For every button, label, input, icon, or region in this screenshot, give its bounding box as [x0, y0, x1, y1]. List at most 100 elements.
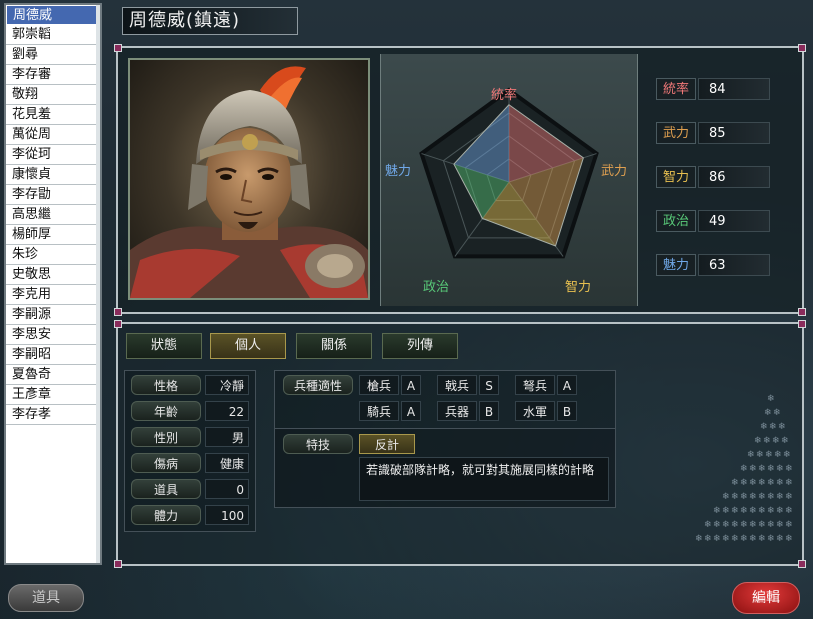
tab-relations[interactable]: 關係: [296, 333, 372, 359]
stat-row: 統率 84: [656, 78, 774, 100]
snowflake-icon: ❄: [767, 492, 775, 502]
snowflake-icon: ❄: [758, 520, 766, 530]
snowflake-icon: ❄: [765, 450, 773, 460]
tab-status[interactable]: 狀態: [126, 333, 202, 359]
officer-list-item[interactable]: 李克用: [6, 285, 100, 305]
skill-label: 特技: [283, 434, 353, 454]
officer-detail-panel: 狀態 個人 關係 列傳 性格 冷靜 年齡 22 性別男傷病 健康 道具 0 體力 100 兵種適性…: [114, 320, 806, 568]
officer-list-item[interactable]: 李存勖: [6, 185, 100, 205]
officer-list-item[interactable]: 康懷貞: [6, 165, 100, 185]
officer-list-item[interactable]: 花見羞: [6, 105, 100, 125]
officer-list[interactable]: 周德威 郭崇韜 劉尋 李存審 敬翔 花見羞 萬從周 李從珂 康懷貞 李存勖 高思繼 楊師厚 朱珍 史敬思李…: [4, 3, 102, 565]
personal-info-label: 傷病: [131, 453, 201, 473]
officer-name-title: 周德威(鎮遠): [122, 7, 298, 35]
aptitude-unit-name: 水軍: [515, 401, 555, 421]
snowflake-icon: ❄: [731, 478, 739, 488]
aptitude-unit-name: 弩兵: [515, 375, 555, 395]
officer-list-item[interactable]: 李嗣源: [6, 305, 100, 325]
officer-list-item[interactable]: 郭崇韜: [6, 25, 100, 45]
skill-name: 反計: [359, 434, 415, 454]
officer-list-item[interactable]: 李存孝: [6, 405, 100, 425]
personal-info-label: 道具: [131, 479, 201, 499]
officer-list-item[interactable]: 敬翔: [6, 85, 100, 105]
aptitude-grade: A: [557, 375, 577, 395]
edit-button[interactable]: 編輯: [732, 582, 800, 614]
officer-list-item[interactable]: 萬從周: [6, 125, 100, 145]
officer-list-item[interactable]: 劉尋: [6, 45, 100, 65]
stat-label: 武力: [656, 122, 696, 144]
snowflake-icon: ❄: [731, 506, 739, 516]
skill-description: 若識破部隊計略，就可對其施展同樣的計略: [359, 457, 609, 501]
personal-info-row: 年齡 22: [131, 401, 251, 421]
aptitude-grade: A: [401, 375, 421, 395]
officer-list-item[interactable]: 李存審: [6, 65, 100, 85]
snowflake-icon: ❄: [731, 492, 739, 502]
radar-label-intelligence: 智力: [565, 280, 592, 295]
snowflake-icon: ❄: [731, 520, 739, 530]
snowflake-icon: ❄: [740, 478, 748, 488]
stat-row: 武力 85: [656, 122, 774, 144]
aptitude-grade: S: [479, 375, 499, 395]
list-scrollbar[interactable]: [96, 5, 100, 563]
snowflake-icon: ❄: [758, 464, 766, 474]
officer-list-item[interactable]: 周德威: [6, 5, 100, 25]
snowflake-icon: ❄: [704, 520, 712, 530]
snowflake-icon: ❄: [785, 478, 793, 488]
snowflake-icon: ❄: [722, 492, 730, 502]
radar-label-politics: 政治: [423, 280, 450, 295]
officer-list-item[interactable]: 王彥章: [6, 385, 100, 405]
snowflake-icon: ❄: [722, 534, 730, 544]
tab-personal[interactable]: 個人: [210, 333, 286, 359]
snowflake-icon: ❄: [749, 464, 757, 474]
snowflake-icon: ❄: [785, 534, 793, 544]
stat-value: 85: [698, 122, 770, 144]
officer-list-item[interactable]: 李從珂: [6, 145, 100, 165]
officer-list-item[interactable]: 高思繼: [6, 205, 100, 225]
snowflake-icon: ❄: [767, 464, 775, 474]
officer-list-item[interactable]: 朱珍: [6, 245, 100, 265]
snowflake-icon: ❄: [785, 492, 793, 502]
officer-portrait: [128, 58, 370, 300]
portrait-image: [130, 66, 368, 298]
snowflake-icon: ❄: [749, 492, 757, 502]
snowflake-icon: ❄: [776, 464, 784, 474]
personal-info-value: 健康: [205, 453, 249, 473]
aptitude-unit-name: 槍兵: [359, 375, 399, 395]
officer-overview-panel: 統率 武力 智力 政治 魅力 統率 84 武力 85 智力 86 政治 49 魅力 63: [114, 44, 806, 316]
panel-corner: [114, 560, 122, 568]
stat-row: 政治 49: [656, 210, 774, 232]
stat-label: 魅力: [656, 254, 696, 276]
snowflake-icon: ❄: [749, 478, 757, 488]
personal-info-label: 體力: [131, 505, 201, 525]
personal-info-value: 100: [205, 505, 249, 525]
snowflake-icon: ❄: [749, 520, 757, 530]
tab-biography[interactable]: 列傳: [382, 333, 458, 359]
personal-info-value: 男: [205, 427, 249, 447]
personal-info-label: 年齡: [131, 401, 201, 421]
radar-label-leadership: 統率: [491, 88, 518, 103]
officer-list-item[interactable]: 李思安: [6, 325, 100, 345]
personal-info-value: 22: [205, 401, 249, 421]
ability-radar-chart: 統率 武力 智力 政治 魅力: [380, 54, 638, 306]
personal-info-row: 道具 0: [131, 479, 251, 499]
officer-list-item[interactable]: 李嗣昭: [6, 345, 100, 365]
officer-list-item[interactable]: 史敬思: [6, 265, 100, 285]
personal-info-label: 性格: [131, 375, 201, 395]
aptitude-unit-name: 騎兵: [359, 401, 399, 421]
officer-list-item[interactable]: 夏魯奇: [6, 365, 100, 385]
items-button[interactable]: 道具: [8, 584, 84, 612]
snowflake-icon: ❄: [776, 520, 784, 530]
aptitude-unit-name: 兵器: [437, 401, 477, 421]
snowflake-icon: ❄: [749, 506, 757, 516]
snowflake-icon: ❄: [774, 450, 782, 460]
officer-list-item[interactable]: 楊師厚: [6, 225, 100, 245]
radar-label-war: 武力: [601, 164, 628, 179]
aptitude-unit-name: 戟兵: [437, 375, 477, 395]
skill-group: 特技 反計 若識破部隊計略，就可對其施展同樣的計略: [274, 428, 616, 508]
panel-corner: [798, 308, 806, 316]
stat-label: 統率: [656, 78, 696, 100]
snowflake-icon: ❄: [764, 408, 772, 418]
snowflake-icon: ❄: [773, 408, 781, 418]
snowflake-icon: ❄: [760, 422, 768, 432]
personal-info-value: 冷靜: [205, 375, 249, 395]
